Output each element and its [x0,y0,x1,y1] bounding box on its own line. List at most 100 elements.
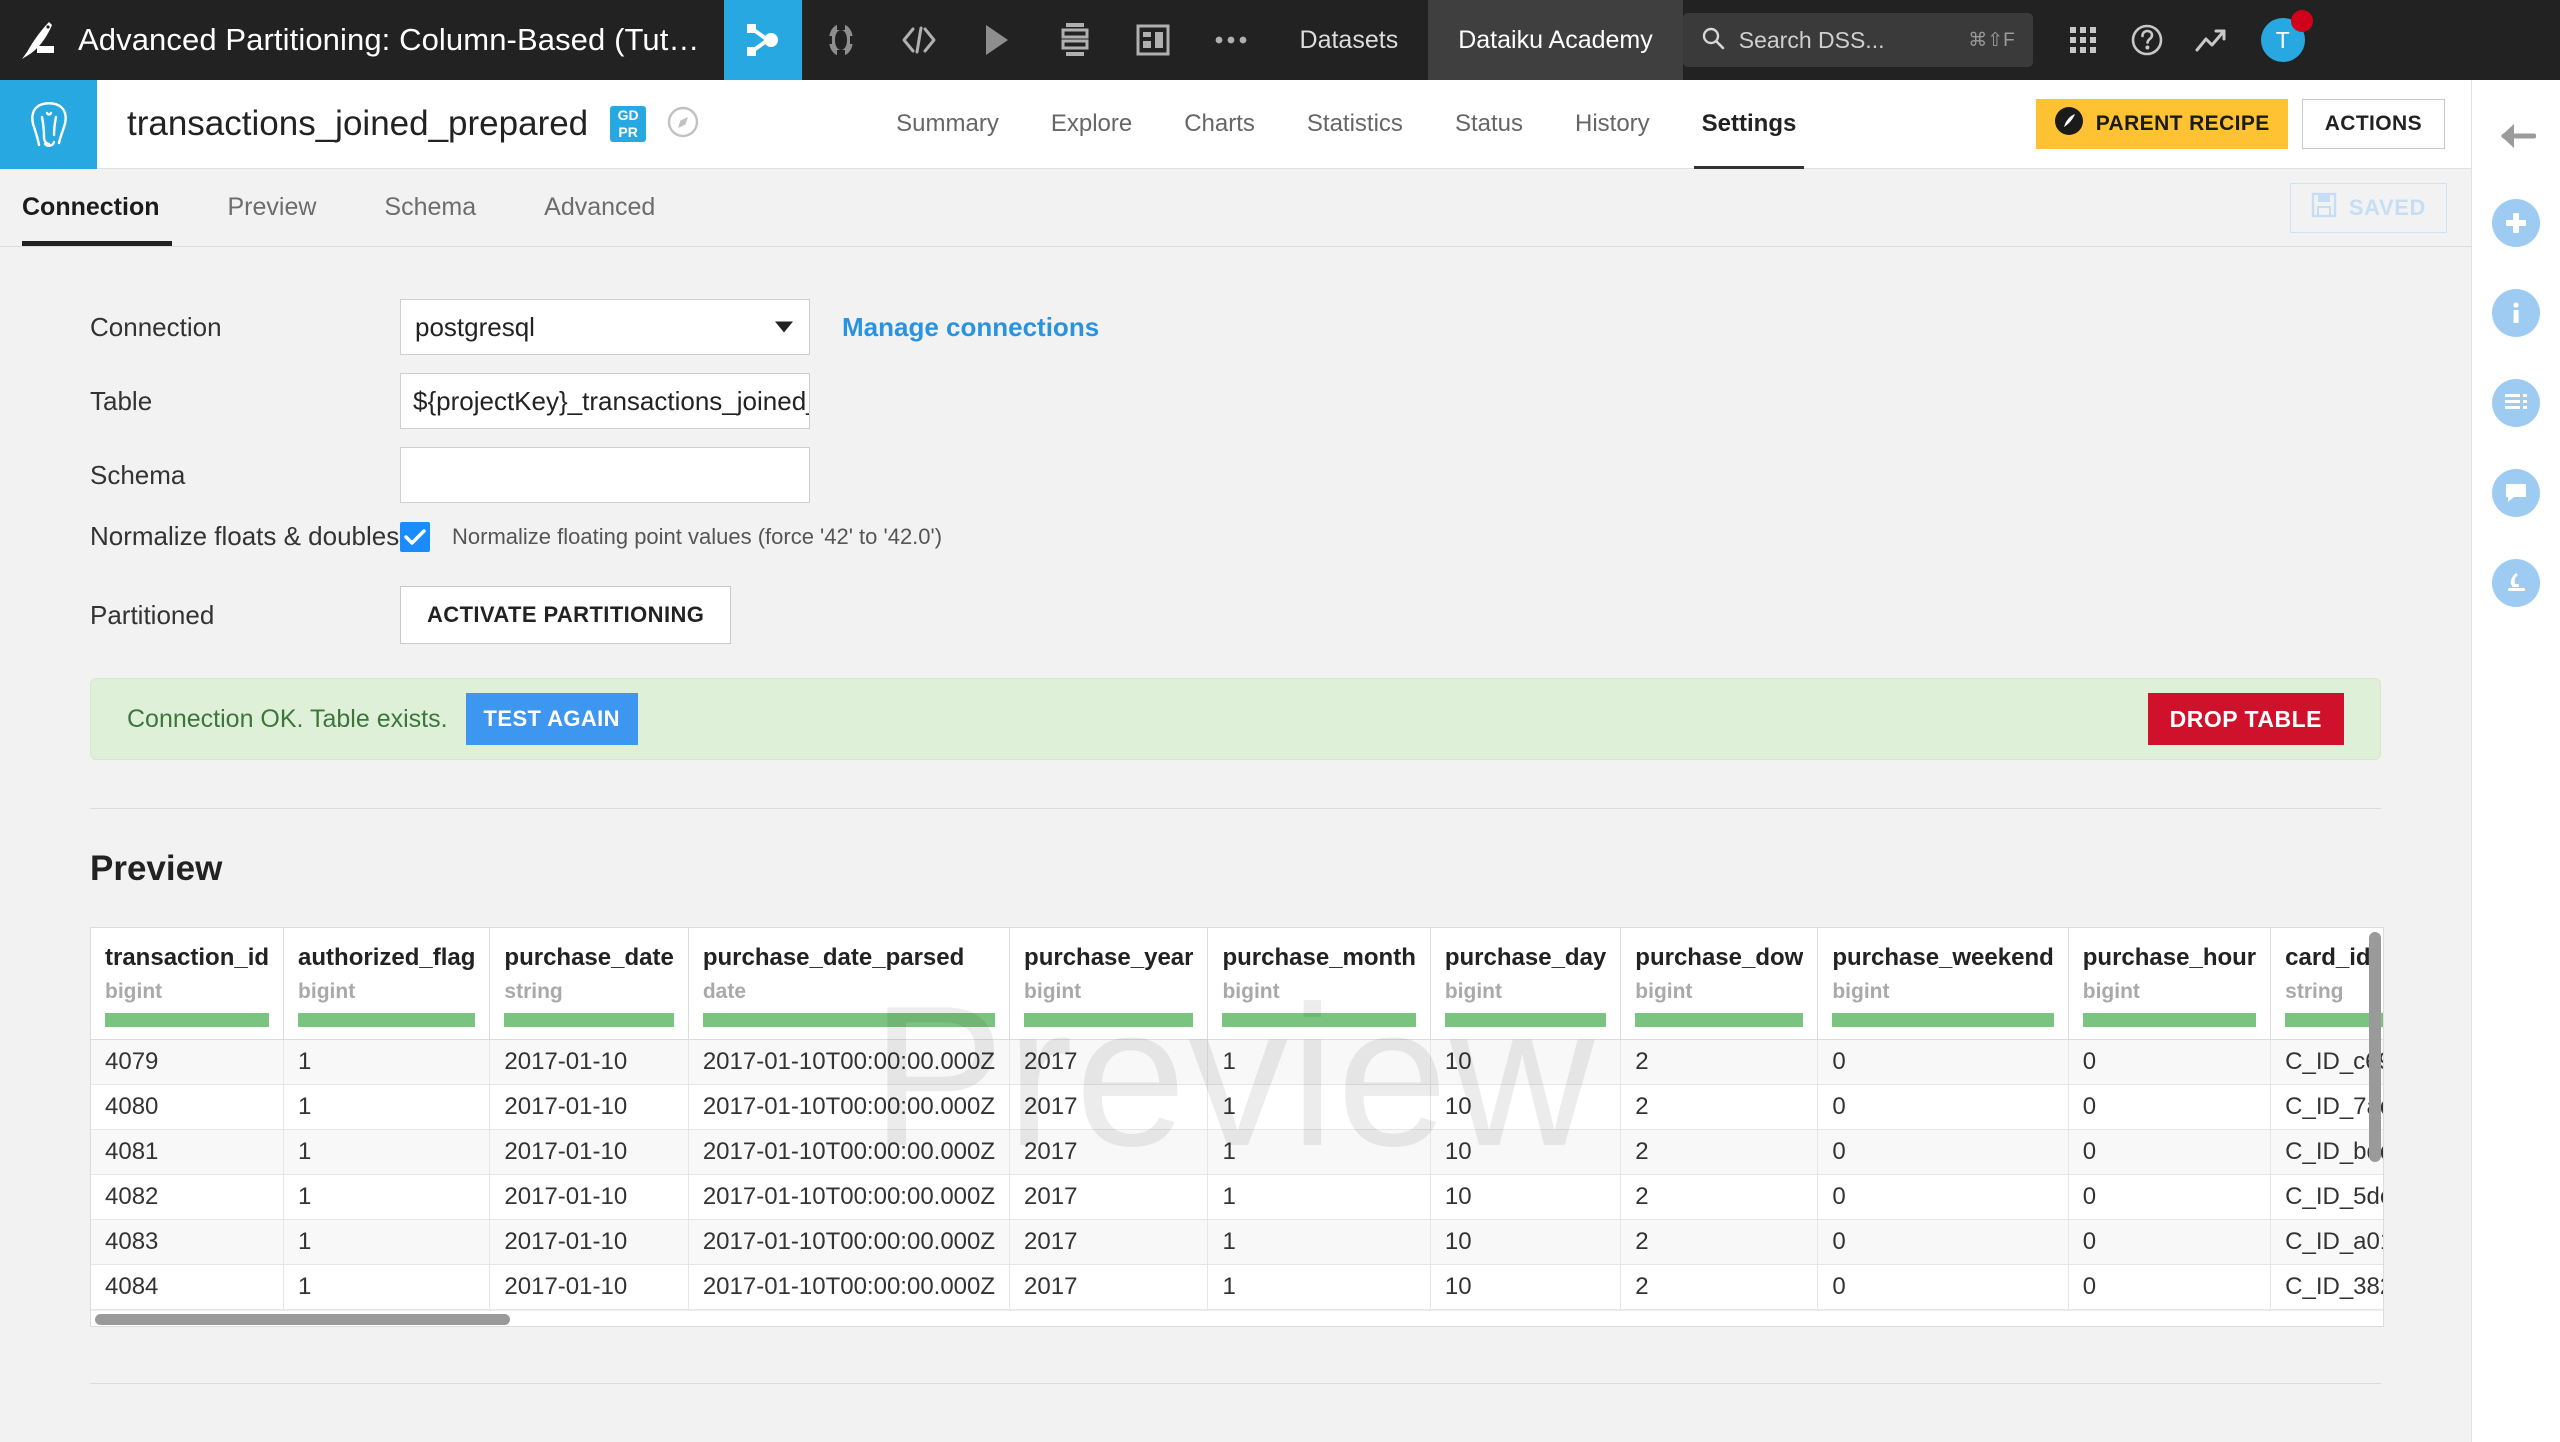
subtab-preview[interactable]: Preview [194,169,351,246]
apps-grid-icon[interactable] [2051,0,2115,80]
column-quality-bar [298,1013,476,1027]
info-icon[interactable] [2492,289,2540,337]
schema-input[interactable] [400,447,810,503]
preview-table: transaction_id bigint authorized_flag bi… [91,928,2383,1310]
lab-microscope-icon[interactable] [2492,559,2540,607]
search-placeholder: Search DSS... [1738,26,1885,53]
tab-settings[interactable]: Settings [1676,80,1823,169]
top-navigation-bar: Advanced Partitioning: Column-Based (Tut… [0,0,2560,80]
tab-status[interactable]: Status [1429,80,1549,169]
column-header-purchase_day[interactable]: purchase_day bigint [1430,928,1622,1040]
run-play-icon[interactable] [958,0,1036,80]
compass-icon[interactable] [666,105,700,144]
column-header-purchase_weekend[interactable]: purchase_weekend bigint [1817,928,2069,1040]
table-row: 4079 1 2017-01-10 2017-01-10T00:00:00.00… [91,1039,2383,1085]
cell: 0 [2068,1129,2272,1175]
add-plus-icon[interactable] [2492,199,2540,247]
avatar[interactable]: T [2243,0,2323,80]
flow-icon[interactable] [723,0,802,80]
horizontal-scrollbar-thumb[interactable] [95,1314,510,1325]
topnav-dataiku-academy[interactable]: Dataiku Academy [1428,0,1683,80]
cell: C_ID_7ad0546d5c [2270,1084,2383,1130]
column-type: string [504,980,563,1003]
cell: 2 [1620,1264,1819,1310]
vertical-scrollbar-thumb[interactable] [2369,932,2381,1162]
parent-recipe-button[interactable]: PARENT RECIPE [2035,99,2288,149]
subtab-connection[interactable]: Connection [0,169,194,246]
cell: 10 [1430,1174,1622,1220]
cell: 4082 [91,1174,285,1220]
dataiku-bird-logo[interactable] [0,0,78,80]
table-name-input[interactable]: ${projectKey}_transactions_joined_p [400,373,810,429]
connection-status-bar: Connection OK. Table exists. TEST AGAIN … [90,678,2381,760]
search-input[interactable]: Search DSS... ⌘⇧F [1682,13,2033,67]
subtab-advanced[interactable]: Advanced [510,169,689,246]
subtab-schema[interactable]: Schema [350,169,510,246]
cell: 1 [1207,1084,1431,1130]
column-header-transaction_id[interactable]: transaction_id bigint [91,928,285,1040]
actions-button[interactable]: ACTIONS [2301,99,2445,149]
tab-summary[interactable]: Summary [870,80,1025,169]
connection-select[interactable]: postgresql [400,299,810,355]
cell: 1 [1207,1219,1431,1265]
test-again-button[interactable]: TEST AGAIN [465,693,638,745]
cell: 4084 [91,1264,285,1310]
column-header-purchase_hour[interactable]: purchase_hour bigint [2068,928,2272,1040]
trend-up-icon[interactable] [2179,0,2243,80]
project-title[interactable]: Advanced Partitioning: Column-Based (Tut… [78,22,724,58]
column-header-purchase_month[interactable]: purchase_month bigint [1207,928,1431,1040]
tab-explore[interactable]: Explore [1025,80,1158,169]
tab-statistics[interactable]: Statistics [1281,80,1429,169]
code-icon[interactable] [880,0,958,80]
page-title: transactions_joined_prepared [127,104,589,143]
column-header-purchase_date_parsed[interactable]: purchase_date_parsed date [688,928,1011,1040]
cell: 0 [2068,1219,2272,1265]
discussions-comment-icon[interactable] [2492,469,2540,517]
details-list-icon[interactable] [2492,379,2540,427]
tab-charts[interactable]: Charts [1158,80,1281,169]
cell: 10 [1430,1084,1622,1130]
topnav-datasets[interactable]: Datasets [1270,0,1429,80]
normalize-checkbox[interactable] [400,521,430,552]
column-header-authorized_flag[interactable]: authorized_flag bigint [283,928,491,1040]
jobs-gear-icon[interactable] [802,0,880,80]
cell: 10 [1430,1264,1622,1310]
horizontal-scrollbar[interactable] [91,1310,2383,1326]
normalize-checkbox-group: Normalize floating point values (force '… [400,521,942,552]
cell: 1 [283,1174,491,1220]
column-header-purchase_year[interactable]: purchase_year bigint [1009,928,1209,1040]
dashboard-icon[interactable] [1114,0,1192,80]
search-shortcut-hint: ⌘⇧F [1968,29,2015,51]
table-row: 4081 1 2017-01-10 2017-01-10T00:00:00.00… [91,1129,2383,1175]
column-header-card_id[interactable]: card_id string [2270,928,2383,1040]
column-type: bigint [1635,980,1693,1003]
tab-history[interactable]: History [1549,80,1676,169]
collapse-back-arrow-icon[interactable] [2496,120,2537,157]
section-divider [90,808,2381,809]
cell: 1 [1207,1039,1431,1085]
cell: 1 [283,1129,491,1175]
preview-table-container: Preview transaction_id bigint authorized… [90,927,2384,1327]
more-ellipsis-icon[interactable] [1192,0,1270,80]
cell: 2 [1620,1084,1819,1130]
connection-form: Connection postgresql Manage connections… [0,247,2471,809]
column-quality-bar [1635,1013,1804,1027]
column-quality-bar [1024,1013,1194,1027]
cell: 0 [1817,1129,2069,1175]
manage-connections-link[interactable]: Manage connections [842,312,1099,343]
saved-label: SAVED [2348,194,2426,220]
table-row: 4082 1 2017-01-10 2017-01-10T00:00:00.00… [91,1174,2383,1220]
cell: 0 [1817,1219,2069,1265]
jobs-stack-icon[interactable] [1036,0,1114,80]
column-header-purchase_dow[interactable]: purchase_dow bigint [1620,928,1819,1040]
cell: 1 [283,1084,491,1130]
drop-table-button[interactable]: DROP TABLE [2147,693,2344,745]
activate-partitioning-button[interactable]: ACTIVATE PARTITIONING [400,586,732,644]
help-question-icon[interactable] [2115,0,2179,80]
gdpr-badge[interactable]: GD PR [610,106,647,142]
dataset-header: transactions_joined_prepared GD PR Summa… [0,79,2471,169]
column-header-purchase_date[interactable]: purchase_date string [489,928,689,1040]
connection-select-value: postgresql [415,311,535,342]
table-row: 4083 1 2017-01-10 2017-01-10T00:00:00.00… [91,1219,2383,1265]
column-name: purchase_hour [2082,944,2257,971]
